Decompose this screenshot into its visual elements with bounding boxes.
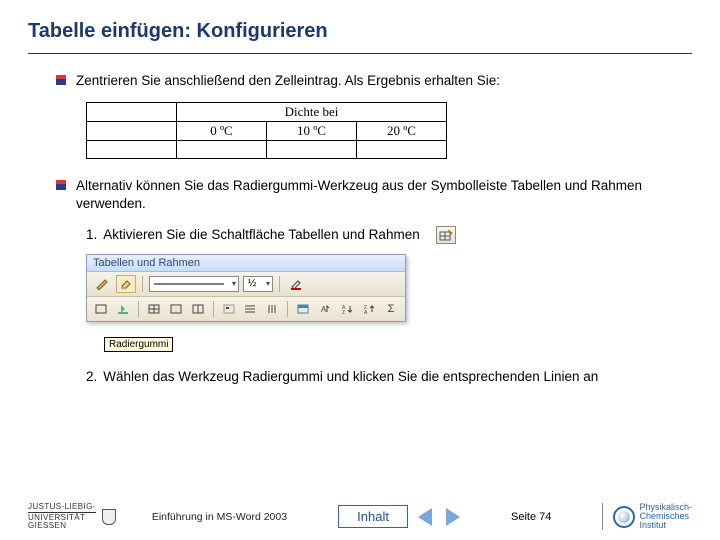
insert-table-button[interactable] xyxy=(145,300,163,318)
bullet-square-icon xyxy=(56,75,66,85)
table-cell xyxy=(267,141,357,159)
distribute-cols-button[interactable] xyxy=(263,300,281,318)
university-logo: JUSTUS-LIEBIG- UNIVERSITÄT GIESSEN xyxy=(28,503,96,530)
institute-ring-icon xyxy=(613,506,635,528)
bullet-1-text: Zentrieren Sie anschließend den Zelleint… xyxy=(76,72,500,90)
eraser-button[interactable] xyxy=(116,275,136,293)
prev-slide-button[interactable] xyxy=(418,508,432,526)
toolbar-row-2: A AZ ZA Σ xyxy=(87,297,405,321)
separator xyxy=(142,276,143,292)
institute-logo: Physikalisch- Chemisches Institut xyxy=(602,503,692,530)
table-cell: 10 ºC xyxy=(267,122,357,141)
align-button[interactable] xyxy=(220,300,238,318)
table-cell: 20 ºC xyxy=(357,122,447,141)
svg-text:A: A xyxy=(321,305,327,314)
title-divider xyxy=(28,53,692,54)
crest-icon xyxy=(102,509,116,525)
sort-asc-button[interactable]: AZ xyxy=(338,300,356,318)
next-slide-button[interactable] xyxy=(446,508,460,526)
bullet-2-text: Alternativ können Sie das Radiergummi-We… xyxy=(76,177,692,213)
split-cells-button[interactable] xyxy=(189,300,207,318)
step-1: 1. Aktivieren Sie die Schaltfläche Tabel… xyxy=(86,226,692,244)
svg-text:A: A xyxy=(364,310,368,314)
separator xyxy=(213,301,214,317)
shading-color-button[interactable] xyxy=(114,300,132,318)
example-table: Dichte bei 0 ºC10 ºC20 ºC xyxy=(86,102,447,159)
outside-border-button[interactable] xyxy=(92,300,110,318)
table-cell xyxy=(177,141,267,159)
table-cell xyxy=(357,141,447,159)
step-2-text: Wählen das Werkzeug Radiergummi und klic… xyxy=(103,368,598,386)
separator xyxy=(287,301,288,317)
border-color-button[interactable] xyxy=(286,275,306,293)
table-cell: 0 ºC xyxy=(177,122,267,141)
toolbar-row-1: ½ xyxy=(87,272,405,297)
distribute-rows-button[interactable] xyxy=(242,300,260,318)
sort-desc-button[interactable]: ZA xyxy=(360,300,378,318)
table-cell xyxy=(87,122,177,141)
draw-table-button[interactable] xyxy=(92,275,112,293)
table-header-merged: Dichte bei xyxy=(177,103,447,122)
contents-button[interactable]: Inhalt xyxy=(338,505,408,528)
step-1-num: 1. xyxy=(86,226,97,244)
table-cell xyxy=(87,141,177,159)
svg-text:Z: Z xyxy=(342,310,345,314)
toolbar-title: Tabellen und Rahmen xyxy=(87,255,405,272)
merge-cells-button[interactable] xyxy=(167,300,185,318)
bullet-1: Zentrieren Sie anschließend den Zelleint… xyxy=(56,72,692,90)
step-1-text: Aktivieren Sie die Schaltfläche Tabellen… xyxy=(103,226,419,244)
slide-title: Tabelle einfügen: Konfigurieren xyxy=(28,20,692,43)
separator xyxy=(138,301,139,317)
text-direction-button[interactable]: A xyxy=(316,300,334,318)
footer-doc-title: Einführung in MS-Word 2003 xyxy=(152,511,287,523)
tables-borders-toolbar: Tabellen und Rahmen ½ A AZ ZA xyxy=(86,254,406,322)
line-style-select[interactable] xyxy=(149,276,239,292)
separator xyxy=(279,276,280,292)
footer: JUSTUS-LIEBIG- UNIVERSITÄT GIESSEN Einfü… xyxy=(0,503,720,530)
step-2: 2. Wählen das Werkzeug Radiergummi und k… xyxy=(86,368,692,386)
autoformat-button[interactable] xyxy=(294,300,312,318)
step-2-num: 2. xyxy=(86,368,97,386)
autosum-button[interactable]: Σ xyxy=(382,300,400,318)
table-cell-blank xyxy=(87,103,177,122)
eraser-tooltip: Radiergummi xyxy=(104,337,173,352)
bullet-2: Alternativ können Sie das Radiergummi-We… xyxy=(56,177,692,213)
tables-borders-button-icon xyxy=(436,226,456,244)
page-number: Seite 74 xyxy=(511,511,551,523)
bullet-square-icon xyxy=(56,180,66,190)
line-weight-select[interactable]: ½ xyxy=(243,276,273,292)
